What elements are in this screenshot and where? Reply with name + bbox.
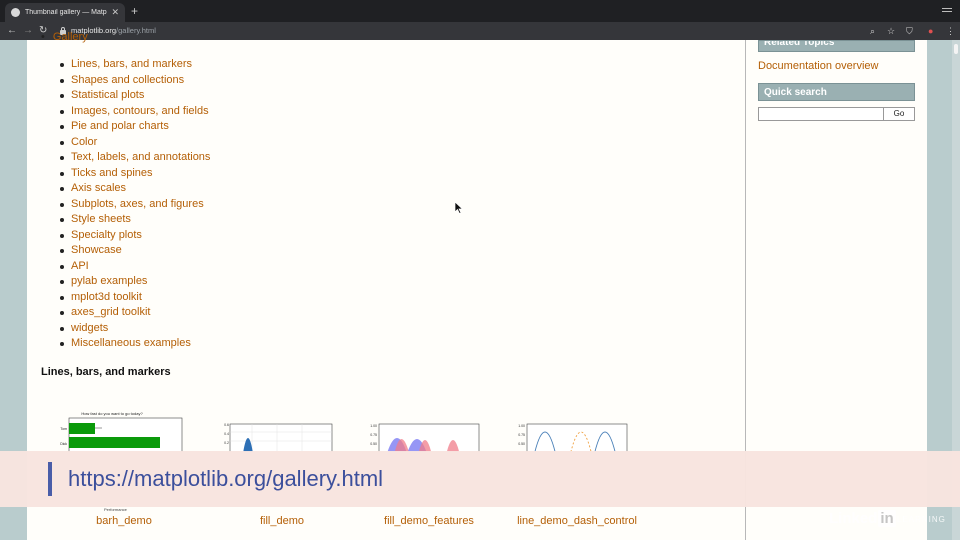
category-link[interactable]: Specialty plots xyxy=(71,229,142,241)
category-item[interactable]: Pie and polar charts xyxy=(55,119,210,135)
category-link[interactable]: Statistical plots xyxy=(71,89,144,101)
category-item[interactable]: Subplots, axes, and figures xyxy=(55,197,210,213)
category-item[interactable]: Color xyxy=(55,135,210,151)
category-link[interactable]: Subplots, axes, and figures xyxy=(71,198,204,210)
quick-search-header: Quick search xyxy=(758,83,915,101)
quick-search-label: Quick search xyxy=(764,87,827,98)
new-tab-button[interactable]: + xyxy=(131,4,138,18)
thumbnail-line-demo-dash-control[interactable]: 1.00 0.75 0.50 xyxy=(515,408,631,452)
forward-icon[interactable]: → xyxy=(23,24,33,38)
gallery-link[interactable]: • Gallery xyxy=(41,31,88,43)
thumb-tick: 1.00 xyxy=(370,424,377,428)
category-link[interactable]: mplot3d toolkit xyxy=(71,291,142,303)
zoom-icon[interactable]: ⌕ xyxy=(870,25,875,37)
category-item[interactable]: Text, labels, and annotations xyxy=(55,150,210,166)
back-icon[interactable]: ← xyxy=(7,24,17,38)
thumb-tick: 1.00 xyxy=(518,424,525,428)
bullet-icon: • xyxy=(41,31,45,43)
category-item[interactable]: Axis scales xyxy=(55,181,210,197)
category-link[interactable]: Lines, bars, and markers xyxy=(71,58,192,70)
related-topics-header: Related Topics xyxy=(758,40,915,52)
category-link[interactable]: Axis scales xyxy=(71,182,126,194)
category-item[interactable]: Showcase xyxy=(55,243,210,259)
go-button[interactable]: Go xyxy=(883,107,915,121)
search-input[interactable] xyxy=(758,107,884,121)
thumbnail-caption[interactable]: fill_demo xyxy=(217,515,347,527)
category-item[interactable]: Statistical plots xyxy=(55,88,210,104)
category-link[interactable]: pylab examples xyxy=(71,275,147,287)
category-item[interactable]: Images, contours, and fields xyxy=(55,104,210,120)
category-item[interactable]: Style sheets xyxy=(55,212,210,228)
bookmark-star-icon[interactable]: ☆ xyxy=(887,25,895,37)
thumb-title: How fast do you want to go today? xyxy=(81,411,143,416)
extension-icon[interactable]: ● xyxy=(928,25,933,37)
thumb-tick: 0.6 xyxy=(224,423,229,427)
category-item[interactable]: widgets xyxy=(55,321,210,337)
related-topics-label: Related Topics xyxy=(764,40,835,48)
thumb-label: Tom xyxy=(60,427,67,431)
banner-url-text: https://matplotlib.org/gallery.html xyxy=(68,466,384,491)
extension-shield-icon[interactable]: ⛉ xyxy=(906,25,913,37)
watermark-learning: LEARNING xyxy=(897,515,946,524)
category-link[interactable]: Style sheets xyxy=(71,213,131,225)
category-link[interactable]: Miscellaneous examples xyxy=(71,337,191,349)
category-link[interactable]: Ticks and spines xyxy=(71,167,153,179)
thumbnail-caption[interactable]: fill_demo_features xyxy=(364,515,494,527)
category-link[interactable]: Images, contours, and fields xyxy=(71,105,209,117)
section-heading: Lines, bars, and markers xyxy=(41,366,171,378)
thumb-tick: 0.50 xyxy=(518,442,525,446)
category-list: Lines, bars, and markers Shapes and coll… xyxy=(55,57,210,352)
category-item[interactable]: Lines, bars, and markers xyxy=(55,57,210,73)
thumb-tick: 0.2 xyxy=(224,441,229,445)
category-link[interactable]: Text, labels, and annotations xyxy=(71,151,210,163)
thumb-tick: 0.75 xyxy=(370,433,377,437)
thumb-tick: 0.50 xyxy=(370,442,377,446)
banner-accent-bar xyxy=(48,462,52,496)
category-item[interactable]: pylab examples xyxy=(55,274,210,290)
browser-tab[interactable]: Thumbnail gallery — Matplotlib ✕ xyxy=(5,3,125,22)
category-link[interactable]: Pie and polar charts xyxy=(71,120,169,132)
window-menu-icon[interactable] xyxy=(942,5,952,15)
gallery-link-label: Gallery xyxy=(52,31,88,43)
browser-menu-icon[interactable]: ⋮ xyxy=(946,25,955,37)
watermark-brand: Linked xyxy=(829,510,878,527)
browser-toolbar: ← → ↻ matplotlib.org/gallery.html ⌕ ☆ ⛉ … xyxy=(0,22,960,40)
url-path: /gallery.html xyxy=(116,26,156,35)
thumbnail-caption[interactable]: line_demo_dash_control xyxy=(507,515,647,527)
category-item[interactable]: axes_grid toolkit xyxy=(55,305,210,321)
category-item[interactable]: Shapes and collections xyxy=(55,73,210,89)
mouse-cursor-icon xyxy=(455,202,463,214)
category-item[interactable]: Ticks and spines xyxy=(55,166,210,182)
thumbnail-fill-demo-features[interactable]: 1.00 0.75 0.50 xyxy=(367,408,483,452)
linkedin-logo: Linked in xyxy=(829,510,896,527)
tab-strip: Thumbnail gallery — Matplotlib ✕ + xyxy=(0,0,960,22)
close-tab-icon[interactable]: ✕ xyxy=(111,8,119,17)
category-link[interactable]: Color xyxy=(71,136,97,148)
category-item[interactable]: Specialty plots xyxy=(55,228,210,244)
thumbnail-barh-demo[interactable]: How fast do you want to go today? Tom Di… xyxy=(58,408,186,452)
watermark-in: in xyxy=(878,510,896,527)
documentation-overview-link[interactable]: Documentation overview xyxy=(758,60,878,72)
category-item[interactable]: Miscellaneous examples xyxy=(55,336,210,352)
tab-title: Thumbnail gallery — Matplotlib xyxy=(25,9,108,16)
category-link[interactable]: Showcase xyxy=(71,244,122,256)
category-link[interactable]: API xyxy=(71,260,89,272)
thumb-xlabel: Performance xyxy=(104,507,127,512)
thumbnail-caption[interactable]: barh_demo xyxy=(59,515,189,527)
category-link[interactable]: axes_grid toolkit xyxy=(71,306,151,318)
category-link[interactable]: Shapes and collections xyxy=(71,74,184,86)
favicon-icon xyxy=(11,8,20,17)
thumb-tick: 0.75 xyxy=(518,433,525,437)
scrollbar-thumb[interactable] xyxy=(954,44,958,54)
category-item[interactable]: mplot3d toolkit xyxy=(55,290,210,306)
category-item[interactable]: API xyxy=(55,259,210,275)
category-link[interactable]: widgets xyxy=(71,322,108,334)
thumb-label: Dick xyxy=(60,442,67,446)
thumbnail-fill-demo[interactable]: 0.6 0.4 0.2 xyxy=(222,408,334,452)
thumb-tick: 0.4 xyxy=(224,432,229,436)
